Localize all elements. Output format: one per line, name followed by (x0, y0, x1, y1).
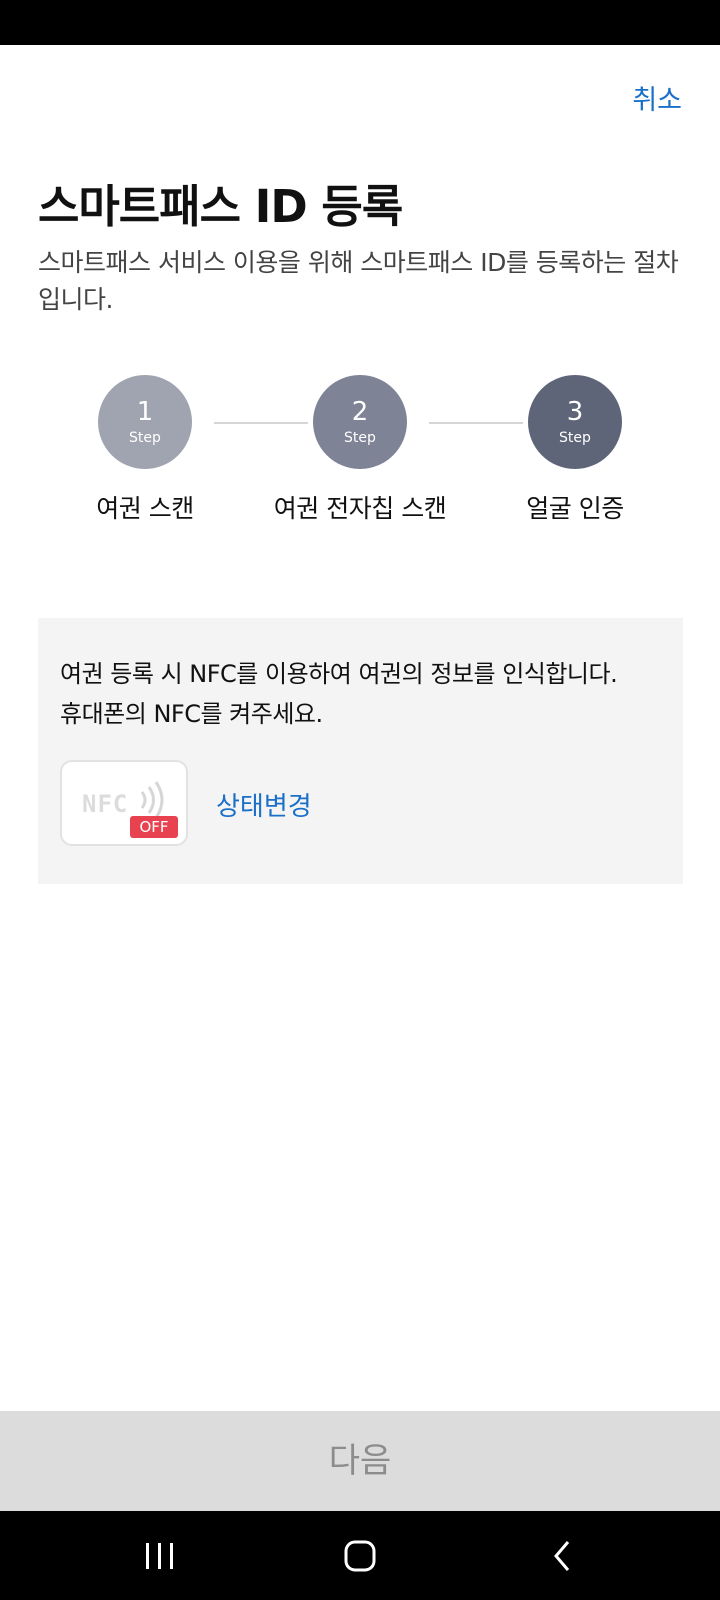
status-bar (0, 0, 720, 45)
step-label: 여권 스캔 (96, 494, 194, 523)
cancel-button[interactable]: 취소 (632, 78, 682, 117)
step-3-circle: 3 Step (528, 375, 622, 469)
back-icon (554, 1541, 570, 1571)
page-title: 스마트패스 ID 등록 (38, 180, 403, 233)
home-button[interactable] (330, 1529, 390, 1583)
step-2: 2 Step 여권 전자칩 스캔 (260, 375, 460, 525)
nfc-badge-label: NFC (82, 790, 129, 818)
navigation-bar (0, 1511, 720, 1600)
registration-screen: 취소 스마트패스 ID 등록 스마트패스 서비스 이용을 위해 스마트패스 ID… (0, 0, 720, 1600)
step-2-circle: 2 Step (313, 375, 407, 469)
step-label: 여권 전자칩 스캔 (273, 494, 447, 523)
back-button[interactable] (533, 1529, 593, 1583)
step-number: 2 (351, 397, 369, 427)
step-number: 3 (566, 397, 584, 427)
step-1-circle: 1 Step (98, 375, 192, 469)
status-change-link[interactable]: 상태변경 (216, 786, 312, 823)
home-icon (344, 1540, 376, 1572)
nfc-off-tag: OFF (130, 816, 178, 838)
step-caption: Step (559, 430, 591, 446)
step-label: 얼굴 인증 (526, 494, 624, 523)
step-caption: Step (344, 430, 376, 446)
step-3: 3 Step 얼굴 인증 (475, 375, 675, 525)
step-caption: Step (129, 430, 161, 446)
next-button[interactable]: 다음 (0, 1411, 720, 1511)
recent-apps-button[interactable] (130, 1529, 190, 1583)
nfc-status-badge: NFC OFF (60, 760, 188, 846)
step-1: 1 Step 여권 스캔 (45, 375, 245, 525)
page-description: 스마트패스 서비스 이용을 위해 스마트패스 ID를 등록하는 절차입니다. (38, 248, 679, 314)
recent-apps-icon (146, 1543, 173, 1569)
nfc-notice-text: 여권 등록 시 NFC를 이용하여 여권의 정보를 인식합니다. 휴대폰의 NF… (60, 654, 670, 734)
step-indicator: 1 Step 여권 스캔 2 Step 여권 전자칩 스캔 3 Step 얼굴 … (0, 375, 720, 525)
nfc-notice-line: 휴대폰의 NFC를 켜주세요. (60, 700, 323, 728)
nfc-notice-panel: 여권 등록 시 NFC를 이용하여 여권의 정보를 인식합니다. 휴대폰의 NF… (38, 618, 683, 884)
step-number: 1 (136, 397, 154, 427)
nfc-notice-line: 여권 등록 시 NFC를 이용하여 여권의 정보를 인식합니다. (60, 660, 618, 688)
nfc-icon (140, 781, 164, 819)
